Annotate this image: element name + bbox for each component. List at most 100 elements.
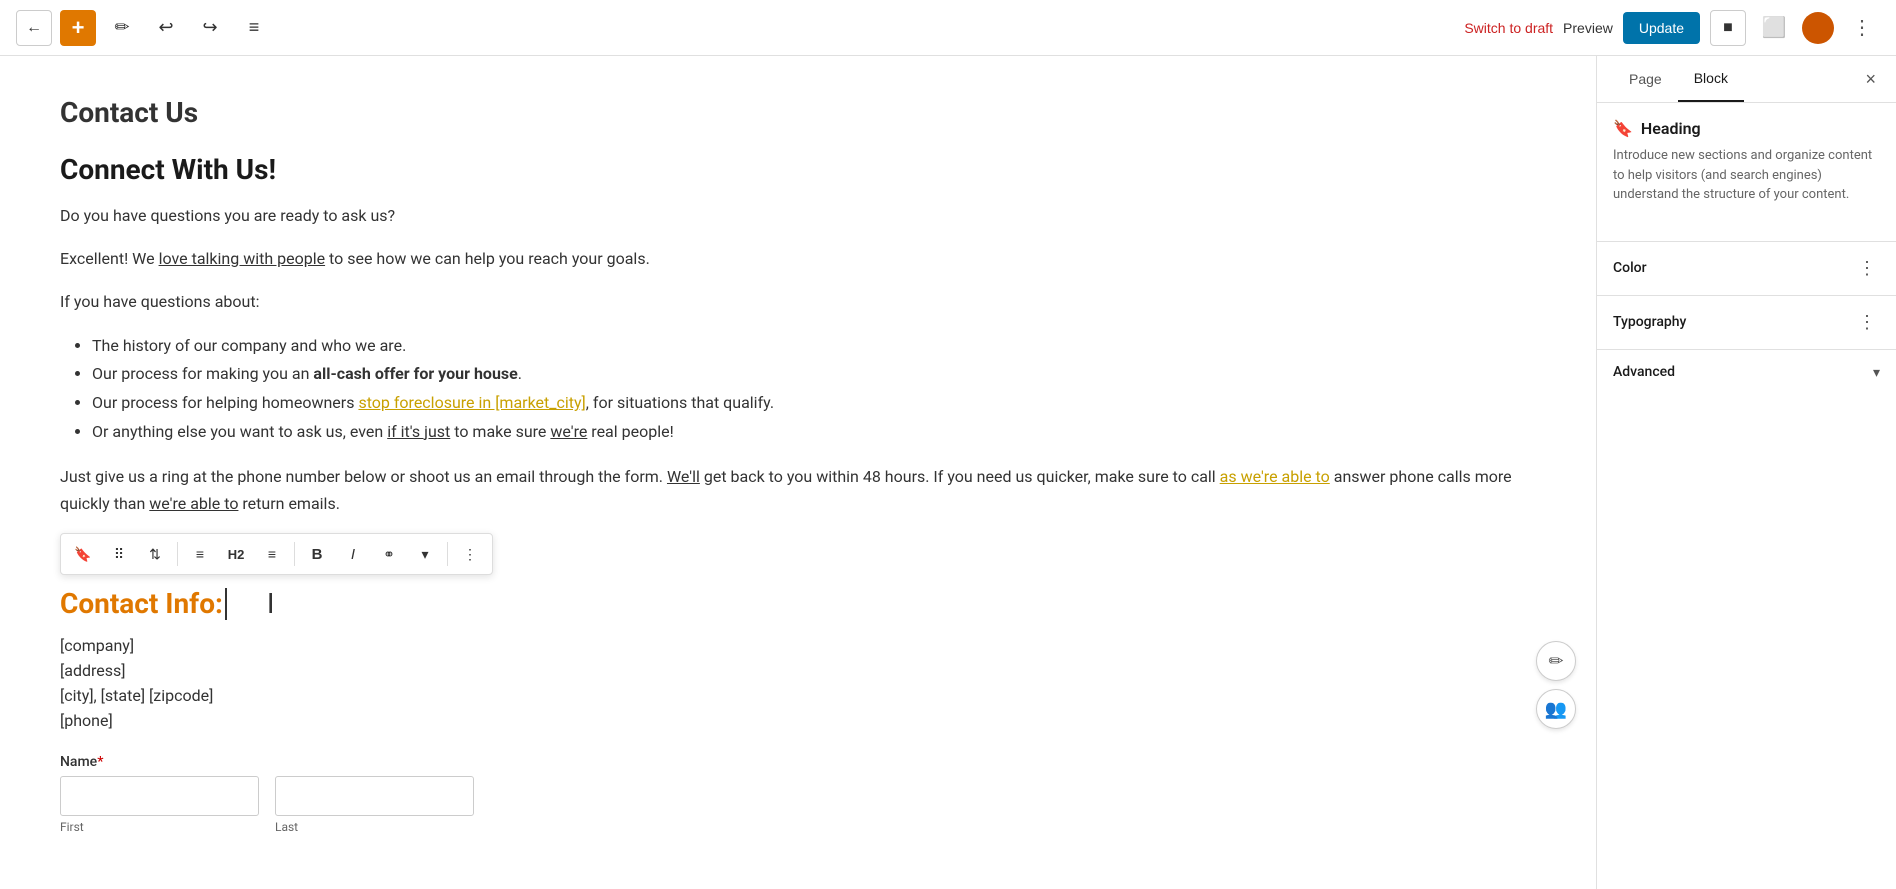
update-button[interactable]: Update bbox=[1623, 12, 1700, 44]
back-icon: ← bbox=[26, 19, 42, 37]
block-floating-toolbar: 🔖 ⠿ ⇅ ≡ H2 ≡ B I bbox=[60, 533, 493, 575]
name-label-text: Name bbox=[60, 754, 97, 770]
italic-icon: I bbox=[351, 546, 355, 563]
advanced-section-header[interactable]: Advanced ▾ bbox=[1597, 364, 1896, 381]
advanced-toggle-button[interactable]: ▾ bbox=[1873, 364, 1880, 381]
toolbar-divider-1 bbox=[177, 542, 178, 566]
name-section: Name* First Last bbox=[60, 754, 1536, 834]
block-description: Introduce new sections and organize cont… bbox=[1613, 146, 1880, 205]
typography-section-title: Typography bbox=[1613, 314, 1686, 330]
block-align-button[interactable]: ≡ bbox=[184, 538, 216, 570]
block-align2-button[interactable]: ≡ bbox=[256, 538, 288, 570]
contact-info-heading[interactable]: Contact Info: bbox=[60, 587, 223, 620]
top-toolbar: ← + ✏ ↩ ↪ ≡ Switch to draft Preview Upda… bbox=[0, 0, 1896, 56]
last-name-input[interactable] bbox=[275, 776, 474, 816]
underline-text: if it's just bbox=[387, 422, 450, 441]
typography-options-button[interactable]: ⋮ bbox=[1854, 310, 1880, 335]
contact-heading-row: Contact Info: I bbox=[60, 587, 1536, 620]
underline-text-2: we're bbox=[550, 422, 587, 441]
tab-page[interactable]: Page bbox=[1613, 56, 1678, 102]
underline-well: We'll bbox=[667, 467, 700, 486]
editor-area[interactable]: Contact Us Connect With Us! Do you have … bbox=[0, 56, 1596, 889]
name-inputs-row: First Last bbox=[60, 776, 1536, 834]
block-type-title: Heading bbox=[1641, 119, 1701, 138]
list-view-button[interactable]: ≡ bbox=[236, 10, 272, 46]
drag-icon: ⠿ bbox=[114, 546, 124, 563]
pencil-fab-icon: ✏ bbox=[1548, 651, 1563, 672]
paragraph-4: Just give us a ring at the phone number … bbox=[60, 463, 1536, 517]
typography-section-actions: ⋮ bbox=[1854, 310, 1880, 335]
undo-button[interactable]: ↩ bbox=[148, 10, 184, 46]
italic-button[interactable]: I bbox=[337, 538, 369, 570]
color-section-title: Color bbox=[1613, 260, 1647, 276]
view-toggle-button[interactable]: ⬜ bbox=[1756, 10, 1792, 46]
tools-button[interactable]: ✏ bbox=[104, 10, 140, 46]
list-item: Or anything else you want to ask us, eve… bbox=[92, 418, 1536, 447]
highlight-text: love talking with people bbox=[159, 249, 326, 268]
block-move-button[interactable]: ⇅ bbox=[139, 538, 171, 570]
last-label: Last bbox=[275, 820, 474, 834]
pencil-icon: ✏ bbox=[114, 17, 129, 38]
bold-icon: B bbox=[312, 546, 323, 563]
color-section-actions: ⋮ bbox=[1854, 256, 1880, 281]
toolbar-left: ← + ✏ ↩ ↪ ≡ bbox=[16, 10, 272, 46]
right-panel: Page Block × 🔖 Heading Introduce new sec… bbox=[1596, 56, 1896, 889]
list-icon: ≡ bbox=[249, 17, 260, 38]
back-button[interactable]: ← bbox=[16, 10, 52, 46]
block-bookmark-icon: 🔖 bbox=[1613, 119, 1633, 138]
advanced-section: Advanced ▾ bbox=[1597, 349, 1896, 395]
block-info-section: 🔖 Heading Introduce new sections and org… bbox=[1613, 119, 1880, 205]
list-item: Our process for helping homeowners stop … bbox=[92, 389, 1536, 418]
user-fab-button[interactable]: 👥 bbox=[1536, 689, 1576, 729]
more-icon: ⋮ bbox=[1852, 15, 1872, 40]
users-fab-icon: 👥 bbox=[1545, 699, 1567, 720]
block-options-button[interactable]: ⋮ bbox=[454, 538, 486, 570]
settings-button[interactable]: ■ bbox=[1710, 10, 1746, 46]
tab-block[interactable]: Block bbox=[1678, 56, 1744, 102]
underline-able: we're able to bbox=[149, 494, 238, 513]
close-panel-button[interactable]: × bbox=[1861, 65, 1880, 94]
block-drag-button[interactable]: ⠿ bbox=[103, 538, 135, 570]
updown-icon: ⇅ bbox=[149, 546, 161, 563]
edit-fab-button[interactable]: ✏ bbox=[1536, 641, 1576, 681]
list-item: Our process for making you an all-cash o… bbox=[92, 360, 1536, 389]
more-rich-text-button[interactable]: ▾ bbox=[409, 538, 441, 570]
advanced-section-title: Advanced bbox=[1613, 364, 1675, 380]
h2-label: H2 bbox=[228, 547, 245, 562]
preview-button[interactable]: Preview bbox=[1563, 20, 1613, 36]
link-foreclosure[interactable]: stop foreclosure in [market_city] bbox=[358, 393, 585, 412]
undo-icon: ↩ bbox=[158, 17, 173, 38]
text-cursor bbox=[225, 588, 227, 620]
switch-to-draft-button[interactable]: Switch to draft bbox=[1464, 20, 1553, 36]
close-icon: × bbox=[1865, 69, 1876, 89]
block-title-row: 🔖 Heading bbox=[1613, 119, 1880, 138]
block-bookmark-button[interactable]: 🔖 bbox=[67, 538, 99, 570]
page-title: Contact Us bbox=[60, 96, 1536, 129]
heading-level-button[interactable]: H2 bbox=[220, 538, 252, 570]
color-section-header[interactable]: Color ⋮ bbox=[1597, 256, 1896, 281]
paragraph-3: If you have questions about: bbox=[60, 288, 1536, 315]
first-label: First bbox=[60, 820, 259, 834]
toolbar-right: Switch to draft Preview Update ■ ⬜ ⋮ bbox=[1464, 10, 1880, 46]
more-dots-icon: ⋮ bbox=[463, 546, 477, 563]
user-avatar[interactable] bbox=[1802, 12, 1834, 44]
typography-section-header[interactable]: Typography ⋮ bbox=[1597, 310, 1896, 335]
link-button[interactable]: ⚭ bbox=[373, 538, 405, 570]
redo-button[interactable]: ↪ bbox=[192, 10, 228, 46]
align-icon-2: ≡ bbox=[268, 546, 276, 562]
first-name-input[interactable] bbox=[60, 776, 259, 816]
link-call[interactable]: as we're able to bbox=[1220, 467, 1330, 486]
i-cursor-indicator: I bbox=[267, 587, 275, 620]
required-indicator: * bbox=[97, 754, 103, 770]
color-section: Color ⋮ bbox=[1597, 241, 1896, 295]
plus-icon: + bbox=[72, 15, 85, 41]
contact-phone: [phone] bbox=[60, 711, 1536, 730]
contact-company: [company] bbox=[60, 636, 1536, 655]
bold-button[interactable]: B bbox=[301, 538, 333, 570]
main-content-heading[interactable]: Connect With Us! bbox=[60, 153, 1536, 186]
color-options-button[interactable]: ⋮ bbox=[1854, 256, 1880, 281]
contact-address: [address] bbox=[60, 661, 1536, 680]
more-options-button[interactable]: ⋮ bbox=[1844, 10, 1880, 46]
panel-tabs: Page Block × bbox=[1597, 56, 1896, 103]
add-block-button[interactable]: + bbox=[60, 10, 96, 46]
